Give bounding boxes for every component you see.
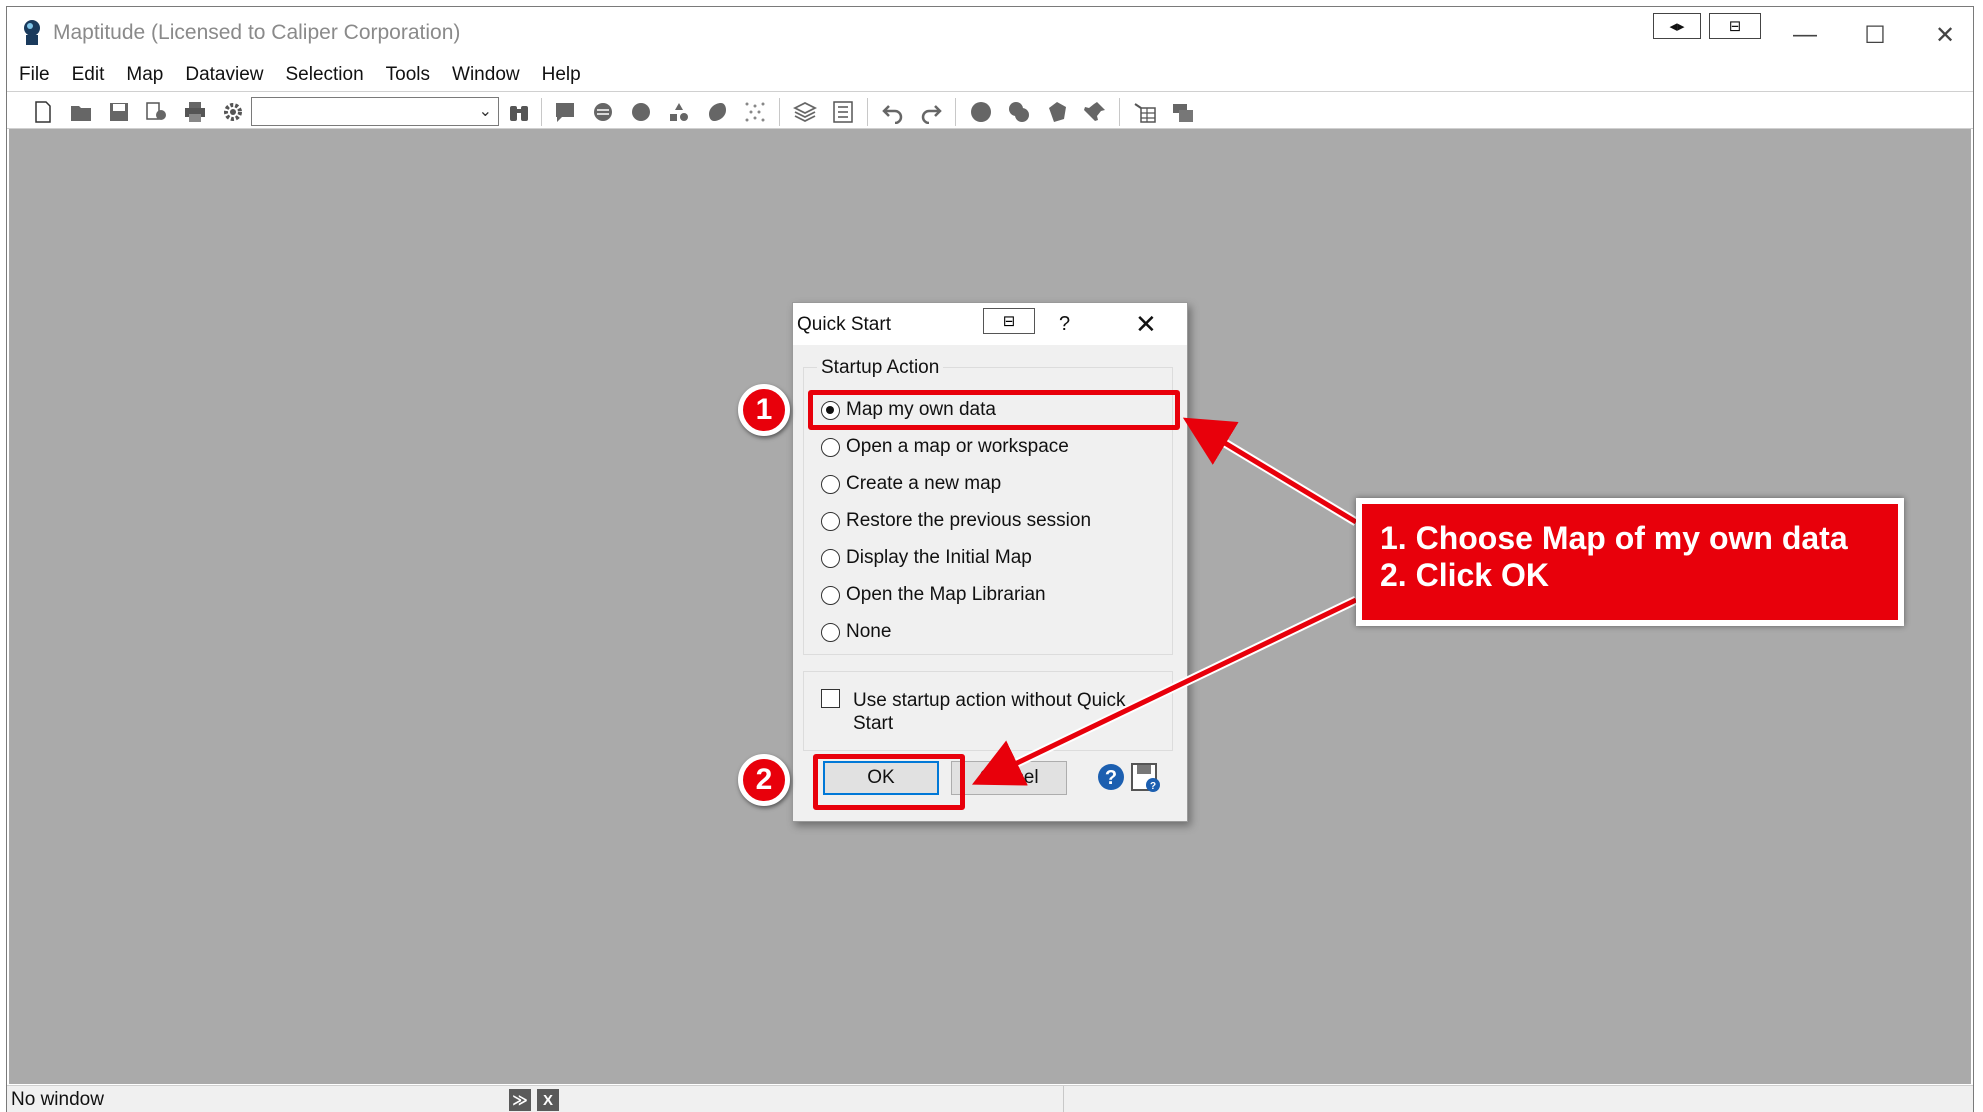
- toggle-layout-button[interactable]: ◂▸: [1653, 13, 1701, 39]
- radio-icon: [821, 585, 840, 605]
- menu-tools[interactable]: Tools: [386, 64, 430, 86]
- highlight-map-my-own-data: [808, 390, 1180, 430]
- radio-label: Display the Initial Map: [846, 547, 1032, 568]
- radio-open-map-or-workspace[interactable]: Open a map or workspace: [821, 434, 1069, 460]
- circle-icon[interactable]: [629, 100, 653, 124]
- chevron-down-icon: ⌄: [478, 103, 492, 120]
- dialog-help-button[interactable]: ?: [1059, 313, 1070, 336]
- toolbar-separator: [779, 98, 780, 126]
- step-badge-1: 1: [738, 384, 790, 436]
- callout-line-2: 2. Click OK: [1380, 557, 1549, 593]
- radio-open-map-librarian[interactable]: Open the Map Librarian: [821, 582, 1046, 608]
- pin-icon[interactable]: [1083, 100, 1107, 124]
- title-bar: Maptitude (Licensed to Caliper Corporati…: [7, 7, 1973, 57]
- dock-dialog-button[interactable]: ⊟: [983, 308, 1035, 334]
- app-logo-icon: [24, 20, 40, 45]
- save-settings-icon[interactable]: ?: [1129, 761, 1161, 793]
- radio-label: Open a map or workspace: [846, 436, 1069, 457]
- new-file-icon[interactable]: [31, 100, 55, 124]
- menu-bar: File Edit Map Dataview Selection Tools W…: [7, 59, 603, 91]
- layer-dropdown[interactable]: ⌄: [251, 97, 499, 126]
- toolbar: ⌄: [7, 91, 1973, 129]
- close-window-button[interactable]: ✕: [1919, 17, 1971, 53]
- float-toolbar-button[interactable]: ⊟: [1709, 13, 1761, 39]
- menu-window[interactable]: Window: [452, 64, 520, 86]
- radio-label: Create a new map: [846, 473, 1002, 494]
- print-icon[interactable]: [183, 100, 207, 124]
- radio-display-initial-map[interactable]: Display the Initial Map: [821, 545, 1032, 571]
- radio-label: Restore the previous session: [846, 510, 1092, 531]
- radio-icon: [821, 511, 840, 531]
- menu-selection[interactable]: Selection: [286, 64, 364, 86]
- legend-icon[interactable]: [831, 100, 855, 124]
- settings-icon[interactable]: [221, 100, 245, 124]
- radio-icon: [821, 622, 840, 642]
- radio-icon: [821, 548, 840, 568]
- window-title: Maptitude (Licensed to Caliper Corporati…: [53, 21, 461, 44]
- shapes-icon[interactable]: [667, 100, 691, 124]
- select-polygon-icon[interactable]: [1045, 100, 1069, 124]
- radio-create-new-map[interactable]: Create a new map: [821, 471, 1001, 497]
- callout-line-1: 1. Choose Map of my own data: [1380, 520, 1848, 556]
- minimize-button[interactable]: —: [1779, 17, 1831, 53]
- quick-start-dialog: Quick Start ⊟ ? ✕ Startup Action Map my …: [792, 302, 1188, 822]
- status-bar: No window ≫ X: [7, 1085, 1973, 1112]
- table-icon[interactable]: [1133, 100, 1157, 124]
- radio-icon: [821, 474, 840, 494]
- highlight-ok-button: [813, 754, 965, 810]
- startup-action-label: Startup Action: [817, 357, 944, 379]
- toolbar-separator: [955, 98, 956, 126]
- svg-text:?: ?: [1105, 767, 1117, 789]
- copy-icon[interactable]: [1171, 100, 1195, 124]
- radio-restore-previous-session[interactable]: Restore the previous session: [821, 508, 1091, 534]
- use-startup-action-checkbox[interactable]: [821, 689, 840, 708]
- close-panel-button[interactable]: X: [537, 1089, 559, 1111]
- radio-label: None: [846, 621, 892, 642]
- help-icon[interactable]: ?: [1095, 761, 1127, 793]
- checkbox-label: Use startup action without Quick Start: [853, 690, 1126, 734]
- redo-icon[interactable]: [919, 100, 943, 124]
- menu-file[interactable]: File: [19, 64, 50, 86]
- print-preview-icon[interactable]: [145, 100, 169, 124]
- info-icon[interactable]: [553, 100, 577, 124]
- svg-text:?: ?: [1150, 781, 1156, 792]
- menu-dataview[interactable]: Dataview: [185, 64, 263, 86]
- toolbar-separator: [541, 98, 542, 126]
- maximize-button[interactable]: ☐: [1849, 17, 1901, 53]
- radio-none[interactable]: None: [821, 619, 891, 645]
- menu-edit[interactable]: Edit: [72, 64, 105, 86]
- screen: Maptitude (Licensed to Caliper Corporati…: [0, 0, 1983, 1112]
- step-badge-2: 2: [738, 754, 790, 806]
- status-divider: [1063, 1086, 1064, 1112]
- dialog-close-button[interactable]: ✕: [1135, 309, 1157, 340]
- open-folder-icon[interactable]: [69, 100, 93, 124]
- undo-icon[interactable]: [881, 100, 905, 124]
- menu-help[interactable]: Help: [542, 64, 581, 86]
- fill-icon[interactable]: [705, 100, 729, 124]
- status-text: No window: [11, 1089, 104, 1110]
- theme-icon[interactable]: [591, 100, 615, 124]
- binoculars-icon[interactable]: [507, 100, 531, 124]
- radio-label: Open the Map Librarian: [846, 584, 1046, 605]
- layers-icon[interactable]: [793, 100, 817, 124]
- menu-map[interactable]: Map: [126, 64, 163, 86]
- toolbar-separator: [1119, 98, 1120, 126]
- save-icon[interactable]: [107, 100, 131, 124]
- dialog-title: Quick Start: [797, 314, 891, 335]
- instruction-callout: 1. Choose Map of my own data 2. Click OK: [1356, 498, 1904, 626]
- select-circle-icon[interactable]: [969, 100, 993, 124]
- select-multi-icon[interactable]: [1007, 100, 1031, 124]
- dots-icon[interactable]: [743, 100, 767, 124]
- toolbar-separator: [867, 98, 868, 126]
- cancel-button[interactable]: Cancel: [951, 761, 1067, 795]
- expand-button[interactable]: ≫: [509, 1089, 531, 1111]
- dialog-title-bar: Quick Start ⊟ ? ✕: [793, 303, 1187, 345]
- radio-icon: [821, 437, 840, 457]
